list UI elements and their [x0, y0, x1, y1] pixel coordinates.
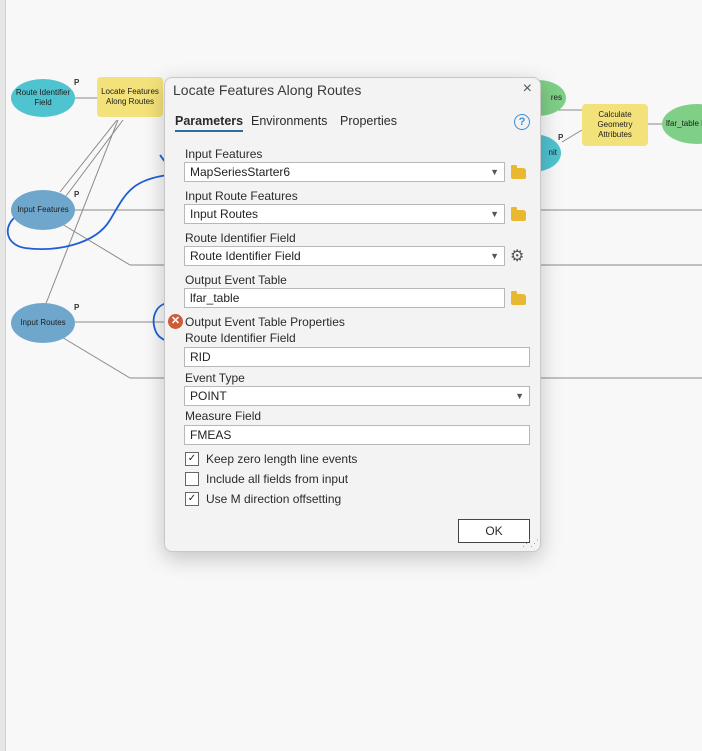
- precondition-label: P: [74, 78, 80, 87]
- resize-grip-icon[interactable]: ⋰⋰: [522, 538, 539, 549]
- chevron-down-icon: ▼: [515, 391, 524, 401]
- checkbox[interactable]: ✓: [185, 452, 199, 466]
- chevron-down-icon: ▼: [490, 167, 499, 177]
- event-route-identifier-input[interactable]: RID: [184, 347, 530, 367]
- checkbox-label: Include all fields from input: [206, 472, 349, 486]
- event-type-value: POINT: [190, 389, 227, 403]
- precondition-label: P: [558, 133, 564, 142]
- checkbox[interactable]: [185, 472, 199, 486]
- input-features-dropdown[interactable]: MapSeriesStarter6 ▼: [184, 162, 505, 182]
- output-event-table-input[interactable]: lfar_table: [184, 288, 505, 308]
- input-route-features-value: Input Routes: [190, 207, 259, 221]
- tool-dialog: Locate Features Along Routes × Parameter…: [164, 77, 541, 552]
- chevron-down-icon: ▼: [490, 251, 499, 261]
- input-features-value: MapSeriesStarter6: [190, 165, 291, 179]
- event-properties-header: Output Event Table Properties: [185, 315, 345, 329]
- tab-environments[interactable]: Environments: [251, 114, 327, 128]
- checkbox-label: Keep zero length line events: [206, 452, 358, 466]
- ok-button[interactable]: OK: [458, 519, 530, 543]
- browse-folder-icon[interactable]: [511, 291, 526, 305]
- checkbox-include-all-fields[interactable]: Include all fields from input: [185, 472, 348, 486]
- measure-field-input[interactable]: FMEAS: [184, 425, 530, 445]
- tab-parameters[interactable]: Parameters: [175, 114, 244, 132]
- checkbox[interactable]: ✓: [185, 492, 199, 506]
- node-input-routes[interactable]: Input Routes: [11, 303, 75, 343]
- error-icon[interactable]: ✕: [168, 314, 183, 329]
- route-identifier-field-dropdown[interactable]: Route Identifier Field ▼: [184, 246, 505, 266]
- input-route-features-label: Input Route Features: [185, 189, 298, 203]
- checkbox-m-direction-offsetting[interactable]: ✓ Use M direction offsetting: [185, 492, 341, 506]
- route-identifier-field-label: Route Identifier Field: [185, 231, 296, 245]
- input-features-label: Input Features: [185, 147, 263, 161]
- chevron-down-icon: ▼: [490, 209, 499, 219]
- checkbox-keep-zero-length[interactable]: ✓ Keep zero length line events: [185, 452, 357, 466]
- node-input-features[interactable]: Input Features: [11, 190, 75, 230]
- event-route-identifier-label: Route Identifier Field: [185, 331, 296, 345]
- output-event-table-label: Output Event Table: [185, 273, 287, 287]
- close-icon[interactable]: ×: [523, 80, 532, 98]
- node-calculate-geometry-tool[interactable]: Calculate Geometry Attributes: [582, 104, 648, 146]
- event-type-dropdown[interactable]: POINT ▼: [184, 386, 530, 406]
- help-icon[interactable]: ?: [514, 114, 530, 130]
- dialog-title: Locate Features Along Routes: [173, 82, 362, 98]
- precondition-label: P: [74, 190, 80, 199]
- input-route-features-dropdown[interactable]: Input Routes ▼: [184, 204, 505, 224]
- tab-properties[interactable]: Properties: [340, 114, 397, 128]
- node-locate-features-tool[interactable]: Locate Features Along Routes: [97, 77, 163, 117]
- measure-field-label: Measure Field: [185, 409, 262, 423]
- checkbox-label: Use M direction offsetting: [206, 492, 342, 506]
- gear-icon[interactable]: ⚙: [510, 246, 524, 266]
- browse-folder-icon[interactable]: [511, 207, 526, 221]
- browse-folder-icon[interactable]: [511, 165, 526, 179]
- route-identifier-field-value: Route Identifier Field: [190, 249, 301, 263]
- node-route-identifier-field[interactable]: Route Identifier Field: [11, 79, 75, 117]
- event-type-label: Event Type: [185, 371, 245, 385]
- precondition-label: P: [74, 303, 80, 312]
